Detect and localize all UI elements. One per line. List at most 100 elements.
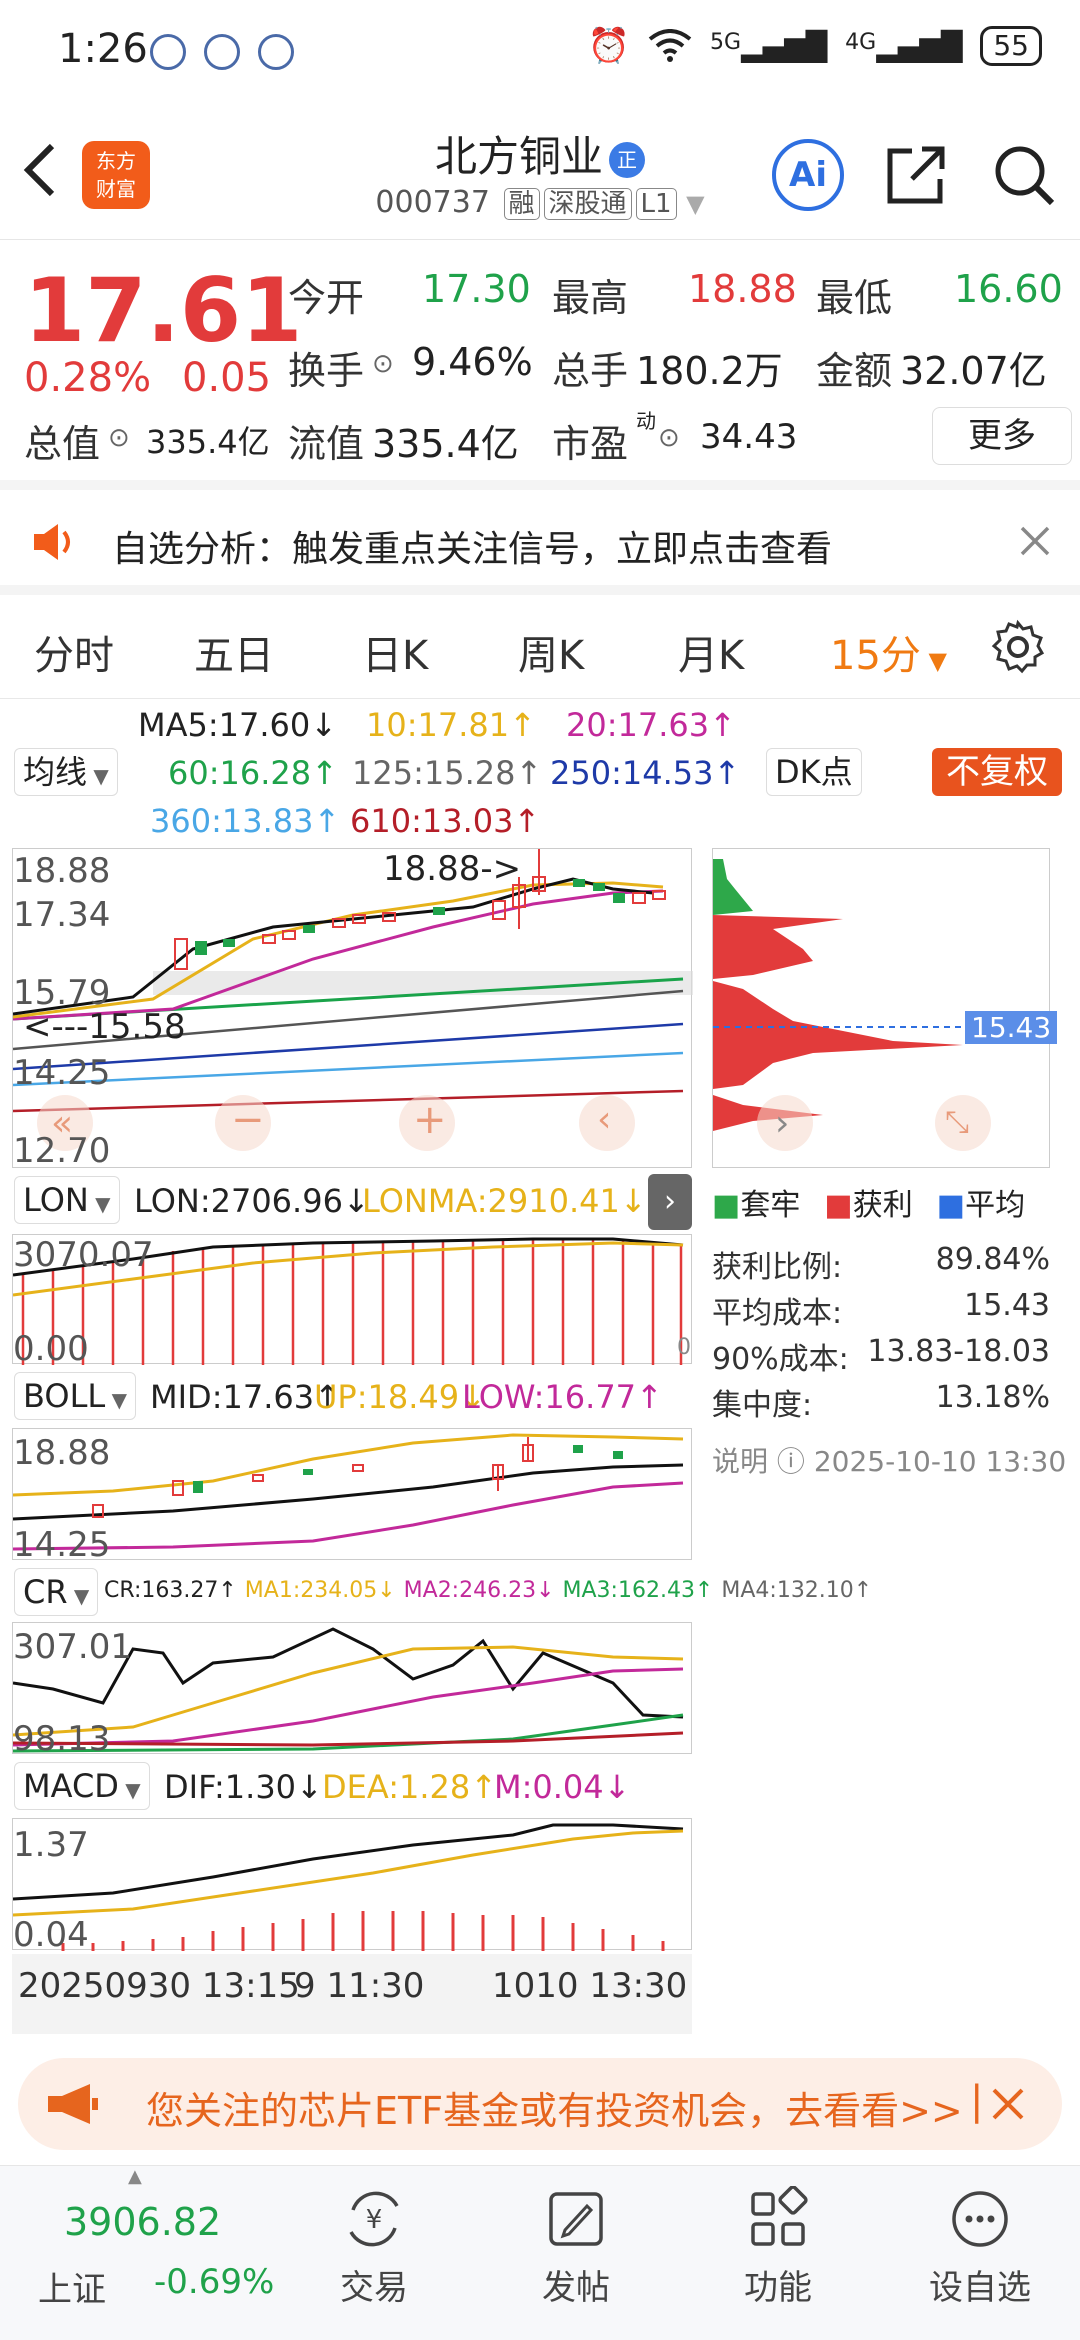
speaker-icon (34, 524, 70, 560)
nav-label: 交易 (340, 2268, 408, 2308)
boll-selector[interactable]: BOLL ▼ (14, 1372, 136, 1420)
y-label: 98.13 (13, 1719, 111, 1759)
index-name[interactable]: 上证 (38, 2262, 106, 2311)
period-tabs: 分时 五日 日K 周K 月K 15分 ▼ (0, 595, 1080, 699)
time-axis: 20250930 13:15 9 11:30 1010 13:30 (12, 1954, 692, 2034)
boll-panel[interactable]: 18.88 14.25 (12, 1428, 692, 1565)
quote-panel: 17.61 0.28% 0.05 今开 17.30 最高 18.88 最低 16… (0, 245, 1080, 490)
ma360-label: 360:13.83↑ (150, 802, 341, 840)
caret-down-icon: ▼ (118, 1778, 141, 1802)
nav-trade[interactable]: ¥ 交易 (314, 2186, 434, 2309)
legend-swatch: ■ (936, 1188, 966, 1223)
y-label: 14.25 (13, 1053, 111, 1093)
y-label: 0.04 (13, 1915, 89, 1955)
y-label: 17.34 (13, 895, 111, 935)
y-label: 0 (677, 1335, 691, 1360)
stock-code: 000737 (375, 185, 490, 220)
macd-selector[interactable]: MACD ▼ (14, 1762, 150, 1810)
nav-add-watchlist[interactable]: 设自选 (920, 2186, 1040, 2309)
pe-superscript: 动 (636, 409, 656, 433)
low-annotation: <---15.58 (23, 1007, 186, 1047)
mcap-label: 总值 (24, 422, 101, 466)
cr-panel[interactable]: 307.01 98.13 (12, 1622, 692, 1759)
search-icon[interactable] (990, 141, 1058, 209)
lon-selector[interactable]: LON ▼ (14, 1176, 120, 1224)
avg-cost-tag: 15.43 (965, 1011, 1058, 1044)
caret-down-icon: ▼ (87, 764, 109, 788)
amount-value: 32.07亿 (900, 349, 1047, 393)
battery-icon: 55 (980, 26, 1042, 66)
notification-icon (204, 34, 240, 70)
notice-text: 自选分析：触发重点关注信号，立即点击查看 (112, 529, 833, 570)
signal-5g: 5G▂▄▆█ (709, 29, 828, 63)
macd-dif: DIF:1.30↓ (164, 1768, 323, 1806)
peak-annotation: 18.88-> (383, 849, 522, 889)
chip-panel[interactable]: 15.43 › ⤡ (712, 848, 1058, 1168)
macd-panel[interactable]: 1.37 0.04 (12, 1818, 692, 1955)
chevron-right-button[interactable]: › (648, 1174, 692, 1230)
index-value[interactable]: 3906.82 (64, 2200, 221, 2244)
macd-selector-label: MACD (23, 1767, 119, 1805)
info-dots-icon[interactable]: ⊙ (372, 349, 394, 379)
tab-five-day[interactable]: 五日 (194, 623, 274, 681)
ma-selector[interactable]: 均线 ▼ (14, 748, 118, 796)
megaphone-icon (48, 2084, 98, 2124)
boll-up: UP:18.49↓ (314, 1378, 486, 1416)
float-value: 335.4亿 (372, 422, 519, 466)
nav-post[interactable]: 发帖 (516, 2186, 636, 2309)
tab-monthly-k[interactable]: 月K (678, 623, 744, 681)
dk-button[interactable]: DK点 (766, 748, 862, 796)
chip-note[interactable]: 说明 ⓘ 2025-10-10 13:30 (712, 1440, 1066, 1480)
more-circle-icon (952, 2191, 1008, 2247)
cr-selector[interactable]: CR ▼ (14, 1568, 99, 1616)
more-button[interactable]: 更多 (932, 407, 1072, 465)
close-icon[interactable] (1018, 524, 1052, 558)
ma60-label: 60:16.28↑ (168, 754, 338, 792)
adjust-button[interactable]: 不复权 (932, 748, 1062, 796)
tab-15min-label: 15分 (830, 633, 921, 679)
zoom-out-icon[interactable]: − (231, 1097, 265, 1143)
y-label: 1.37 (13, 1825, 89, 1865)
concentration-value: 13.18% (935, 1380, 1050, 1415)
chevron-up-icon[interactable]: ▲ (128, 2166, 142, 2187)
high-value: 18.88 (688, 267, 797, 311)
ad-banner[interactable]: 您关注的芯片ETF基金或有投资机会，去看看>> | (18, 2058, 1062, 2150)
ma5-label: MA5:17.60↓ (138, 706, 338, 744)
net-label: 4G (845, 29, 877, 55)
kline-panel[interactable]: 18.88 17.34 15.79 14.25 12.70 18.88-> <-… (12, 848, 693, 1171)
signal-4g: 4G▂▄▆█ (845, 29, 963, 63)
ma250-label: 250:14.53↑ (550, 754, 741, 792)
status-time: 1:26 (58, 26, 148, 72)
nav-label: 功能 (744, 2268, 812, 2308)
nav-label: 发帖 (542, 2268, 610, 2308)
cr-value: CR:163.27↑ (104, 1578, 237, 1603)
gear-icon[interactable] (990, 619, 1046, 675)
lon-panel[interactable]: 3070.07 0.00 0 (12, 1234, 692, 1369)
stock-title: 北方铜业 (434, 132, 603, 181)
chevron-right-icon[interactable]: › (775, 1103, 789, 1144)
close-icon[interactable] (990, 2086, 1026, 2122)
chevron-left-icon[interactable]: ‹ (597, 1099, 611, 1140)
index-change[interactable]: -0.69% (154, 2262, 274, 2302)
tab-15min[interactable]: 15分 ▼ (830, 623, 947, 681)
expand-icon[interactable]: ⤡ (945, 1105, 969, 1140)
tab-intraday[interactable]: 分时 (34, 623, 114, 681)
cr-selector-label: CR (23, 1573, 68, 1611)
profit-ratio-label: 获利比例: (712, 1250, 843, 1285)
nav-label: 设自选 (929, 2268, 1031, 2308)
double-left-icon[interactable]: « (51, 1103, 73, 1144)
macd-dea: DEA:1.28↑ (322, 1768, 498, 1806)
legend-text: 套牢 (740, 1188, 801, 1223)
legend-text: 平均 (965, 1188, 1026, 1223)
volume-label: 总手 (552, 349, 629, 393)
zoom-in-icon[interactable]: + (413, 1097, 447, 1143)
nav-functions[interactable]: 功能 (718, 2186, 838, 2309)
info-dots-icon[interactable]: ⊙ (108, 423, 130, 453)
tab-daily-k[interactable]: 日K (362, 623, 428, 681)
share-icon[interactable] (882, 141, 950, 209)
alarm-icon: ⏰ (587, 26, 630, 66)
ai-button[interactable]: Ai (772, 139, 844, 211)
tab-weekly-k[interactable]: 周K (518, 623, 584, 681)
info-dots-icon[interactable]: ⊙ (658, 423, 680, 453)
notice-bar[interactable]: 自选分析：触发重点关注信号，立即点击查看 (0, 490, 1080, 595)
